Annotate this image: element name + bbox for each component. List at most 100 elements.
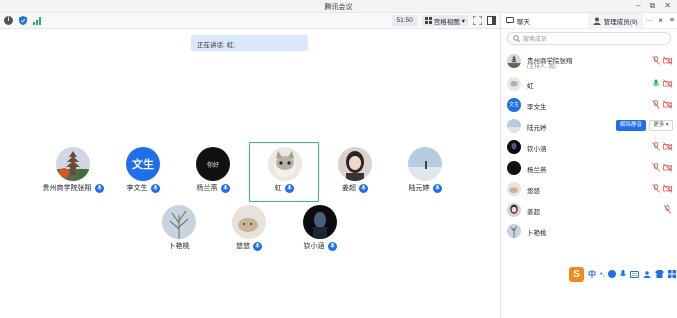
more-actions-button[interactable]: 更多 ▾ [649,120,673,131]
chevron-down-icon: ▾ [461,17,465,25]
mic-off-icon[interactable] [652,56,660,65]
participant-name: 李文生 [126,185,148,192]
microphone-icon[interactable] [620,270,627,278]
avatar-text: 你好 [206,162,219,169]
menu-icon[interactable]: ≡ [666,17,677,24]
avatar [162,205,196,239]
avatar: 文生 [507,98,521,112]
mic-off-icon[interactable] [652,100,660,109]
view-switch-button[interactable]: 宫格视图 ▾ [421,15,468,26]
participant-tile[interactable]: 你好 杨兰燕 [178,143,248,203]
shield-icon[interactable] [19,16,27,25]
avatar [507,54,521,68]
view-label: 宫格视图 [433,18,460,26]
info-icon[interactable]: i [4,16,13,25]
member-name: 杨兰燕 [527,167,547,174]
participant-tile[interactable]: 陆元婷 [390,143,460,203]
minimize-button[interactable]: – [636,1,640,11]
toolbox-icon[interactable] [668,270,677,278]
fullscreen-icon[interactable] [473,16,482,25]
ime-language-toggle[interactable]: 中 [588,269,596,280]
avatar [507,224,521,238]
user-icon [593,17,601,25]
member-name: 钦小涵 [527,146,547,153]
mic-on-icon [327,241,337,251]
mic-off-icon[interactable] [663,205,672,214]
mic-off-icon[interactable] [652,184,660,193]
mic-off-icon[interactable] [652,163,660,172]
participant-name: 杨兰燕 [196,185,218,192]
member-name: 悠悠 [527,188,540,195]
avatar-initials: 文生 [132,159,154,171]
camera-off-icon[interactable] [663,79,672,88]
member-row[interactable]: 卜艳桃 [501,221,677,241]
mic-on-icon [150,183,160,193]
avatar [507,119,521,133]
network-signal-icon[interactable] [33,16,41,25]
restore-button[interactable]: ⧉ [650,1,656,11]
meeting-toolbar: i 51:50 宫格视图 ▾ [0,13,500,29]
camera-off-icon[interactable] [663,142,672,151]
sogou-logo-icon[interactable]: S [569,266,584,282]
more-options-button[interactable]: ··· [643,17,656,24]
emoji-icon[interactable] [608,270,617,278]
participant-name: 卜艳桃 [168,243,190,250]
member-search-input[interactable]: 搜索成员 [507,32,671,45]
participant-tile[interactable]: 姜超 [320,143,390,203]
member-row[interactable]: 贵州商学院张翔 (主持人, 我) [501,51,677,71]
participant-tile-active[interactable]: 虹 [249,142,319,202]
member-row[interactable]: 虹 [501,74,677,94]
tab-members-label: 管理成员(9) [603,18,638,26]
avatar [507,203,521,217]
grid-view-icon [424,17,432,24]
member-role: (主持人, 我) [527,64,556,70]
avatar [338,147,372,181]
keyboard-icon[interactable] [630,270,640,278]
member-name: 李文生 [527,104,547,111]
avatar [232,205,266,239]
member-row[interactable]: 姜超 [501,200,677,220]
member-row[interactable]: 钦小涵 [501,137,677,157]
participant-tile[interactable]: 悠悠 [214,201,284,261]
camera-off-icon[interactable] [663,184,672,193]
speaking-indicator: 正在讲话: 虹; [191,35,308,51]
title-bar: 腾讯会议 – ⧉ ✕ [0,0,677,13]
ime-toolbar: S 中 •, [569,266,677,282]
mic-on-icon [253,241,262,251]
skin-icon[interactable] [655,270,665,278]
search-icon [513,35,520,42]
camera-off-icon[interactable] [663,163,672,172]
avatar [268,147,302,181]
participant-tile[interactable]: 贵州商学院张翔 [38,143,108,203]
mic-on-icon [94,183,104,193]
member-row[interactable]: 杨兰燕 [501,158,677,178]
participant-tile[interactable]: 卜艳桃 [144,201,214,261]
window-controls: – ⧉ ✕ [636,1,671,11]
member-row[interactable]: 文生 李文生 [501,95,677,115]
participant-name: 陆元婷 [408,185,430,192]
camera-off-icon[interactable] [663,56,672,65]
search-placeholder: 搜索成员 [523,37,548,43]
mic-on-icon [359,183,368,193]
member-row-hovered[interactable]: 陆元婷 解除静音 更多 ▾ [501,116,677,136]
avatar [303,205,337,239]
tab-members[interactable]: 管理成员(9) [587,12,643,29]
close-panel-button[interactable]: × [655,16,666,25]
camera-off-icon[interactable] [663,100,672,109]
tab-chat[interactable]: 聊天 [501,13,535,29]
avatar [56,147,90,181]
punctuation-icon[interactable]: •, [600,271,604,278]
participant-tile[interactable]: 钦小涵 [285,201,355,261]
mic-on-icon[interactable] [652,79,660,88]
unmute-button[interactable]: 解除静音 [616,120,646,131]
participant-tile[interactable]: 文生 李文生 [108,143,178,203]
layout-panel-icon[interactable] [487,16,496,25]
mic-off-icon[interactable] [652,142,660,151]
user-icon[interactable] [643,270,651,278]
member-row[interactable]: 悠悠 [501,179,677,199]
close-window-button[interactable]: ✕ [664,1,671,11]
chat-icon [506,17,514,24]
avatar: 文生 [126,147,160,181]
participant-name: 虹 [274,185,282,192]
member-name: 卜艳桃 [527,230,547,237]
